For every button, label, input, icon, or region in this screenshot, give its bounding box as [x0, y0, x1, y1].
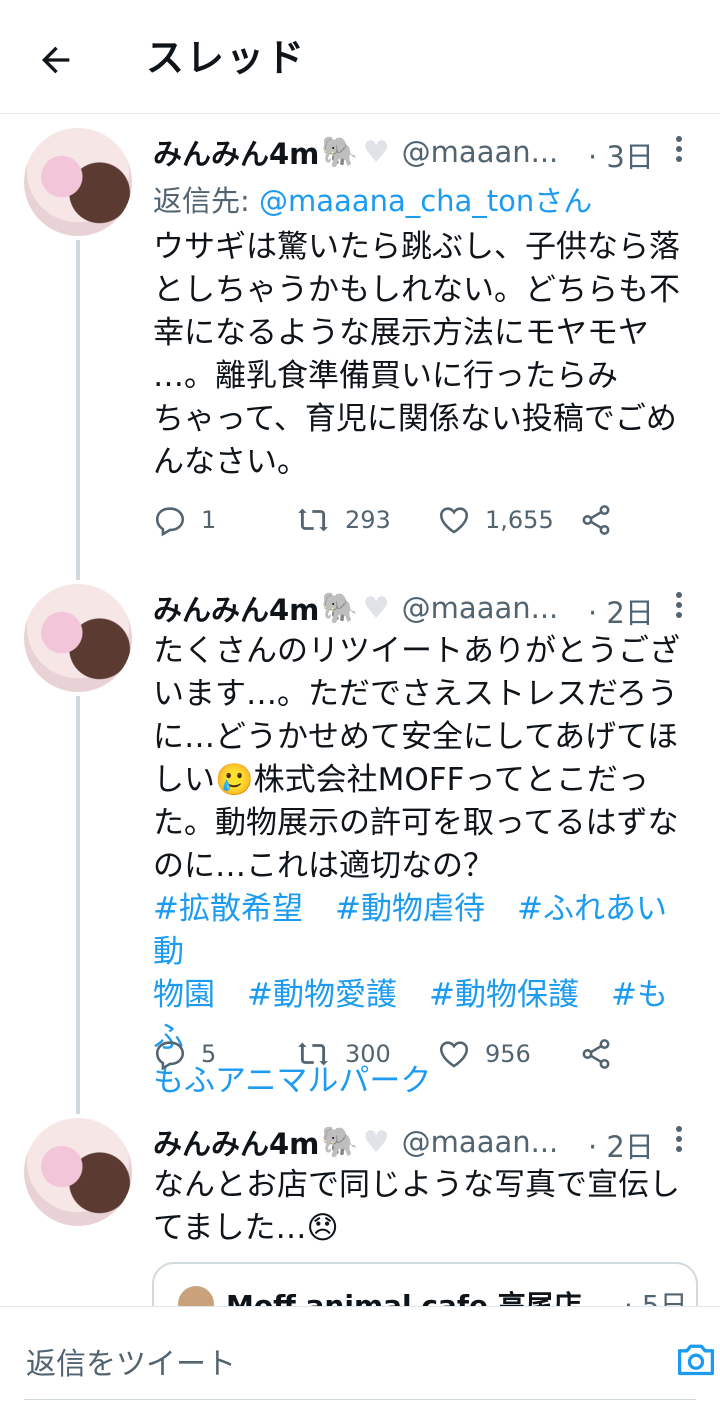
camera-icon [678, 1344, 714, 1376]
reply-placeholder: 返信をツイート [26, 1347, 236, 1382]
comment-icon [155, 507, 185, 537]
retweet-count: 300 [345, 1040, 391, 1068]
user-handle[interactable]: @maaan... [402, 591, 559, 625]
elephant-icon: 🐘 [321, 134, 359, 170]
page-title: スレッド [146, 36, 307, 80]
retweet-icon [298, 1042, 328, 1066]
reply-count: 5 [201, 1040, 217, 1068]
tweet-time[interactable]: · 2日 [588, 590, 654, 632]
share-button[interactable] [579, 1034, 627, 1074]
tweet-text: ウサギは驚いたら跳ぶし、子供なら落 としちゃうかもしれない。どちらも不 幸になる… [153, 229, 680, 480]
retweet-icon [298, 508, 328, 532]
hashtag-link[interactable]: 物園 [153, 977, 215, 1013]
more-options-icon[interactable] [676, 136, 682, 166]
reply-button[interactable]: 5 [153, 1034, 216, 1074]
tweet-actions: 5 300 956 [153, 1034, 673, 1074]
heart-emoji-icon: ♥ [362, 590, 390, 626]
back-button[interactable] [30, 34, 82, 86]
arrow-left-icon [42, 46, 70, 74]
tweet-header: みんみん4m 🐘 ♥ @maaan... [153, 1118, 558, 1166]
thread-connector [76, 696, 80, 1114]
reply-to: 返信先: @maaana_cha_tonさん [153, 178, 592, 220]
top-bar: スレッド [0, 0, 720, 114]
reply-to-label: 返信先: [153, 184, 259, 218]
retweet-count: 293 [345, 506, 391, 534]
reply-input[interactable]: 返信をツイート [24, 1327, 714, 1400]
tweet-text: なんとお店で同じような写真で宣伝し てました…😞 [153, 1167, 680, 1246]
retweet-button[interactable]: 293 [295, 500, 391, 540]
reply-to-handle[interactable]: @maaana_cha_tonさん [259, 184, 592, 218]
elephant-icon: 🐘 [321, 590, 359, 626]
tweet-time[interactable]: · 3日 [588, 134, 654, 176]
tweet-text: たくさんのリツイートありがとうござ います…。ただでさえストレスだろう に…どう… [153, 630, 693, 1103]
tweet-header: みんみん4m 🐘 ♥ @maaan... [153, 584, 558, 632]
thread-connector [76, 240, 80, 580]
heart-icon [439, 1041, 469, 1068]
tweet-header: みんみん4m 🐘 ♥ @maaan... [153, 128, 558, 176]
like-button[interactable]: 956 [437, 1034, 531, 1074]
like-count: 956 [485, 1040, 531, 1068]
like-count: 1,655 [485, 506, 554, 534]
avatar[interactable] [24, 1118, 132, 1226]
heart-icon [439, 507, 469, 534]
reply-composer: 返信をツイート [0, 1306, 720, 1408]
more-options-icon[interactable] [676, 592, 682, 622]
like-button[interactable]: 1,655 [437, 500, 554, 540]
avatar[interactable] [24, 128, 132, 236]
display-name[interactable]: みんみん4m [153, 131, 319, 173]
hashtag-link[interactable]: #動物愛護 [247, 977, 397, 1013]
reply-count: 1 [201, 506, 217, 534]
reply-button[interactable]: 1 [153, 500, 216, 540]
avatar[interactable] [24, 584, 132, 692]
hashtag-link[interactable]: #拡散希望 [153, 891, 303, 927]
share-icon [582, 505, 610, 535]
display-name[interactable]: みんみん4m [153, 1121, 319, 1163]
heart-emoji-icon: ♥ [362, 1124, 390, 1160]
user-handle[interactable]: @maaan... [402, 1125, 559, 1159]
share-button[interactable] [579, 500, 627, 540]
share-icon [582, 1039, 610, 1069]
retweet-button[interactable]: 300 [295, 1034, 391, 1074]
display-name[interactable]: みんみん4m [153, 587, 319, 629]
tweet-time[interactable]: · 2日 [588, 1124, 654, 1166]
camera-button[interactable] [672, 1335, 720, 1383]
elephant-icon: 🐘 [321, 1124, 359, 1160]
more-options-icon[interactable] [676, 1126, 682, 1156]
hashtag-link[interactable]: #動物保護 [429, 977, 579, 1013]
comment-icon [155, 1041, 185, 1071]
tweet-actions: 1 293 1,655 [153, 500, 673, 540]
user-handle[interactable]: @maaan... [402, 135, 559, 169]
hashtag-link[interactable]: #動物虐待 [335, 891, 485, 927]
heart-emoji-icon: ♥ [362, 134, 390, 170]
